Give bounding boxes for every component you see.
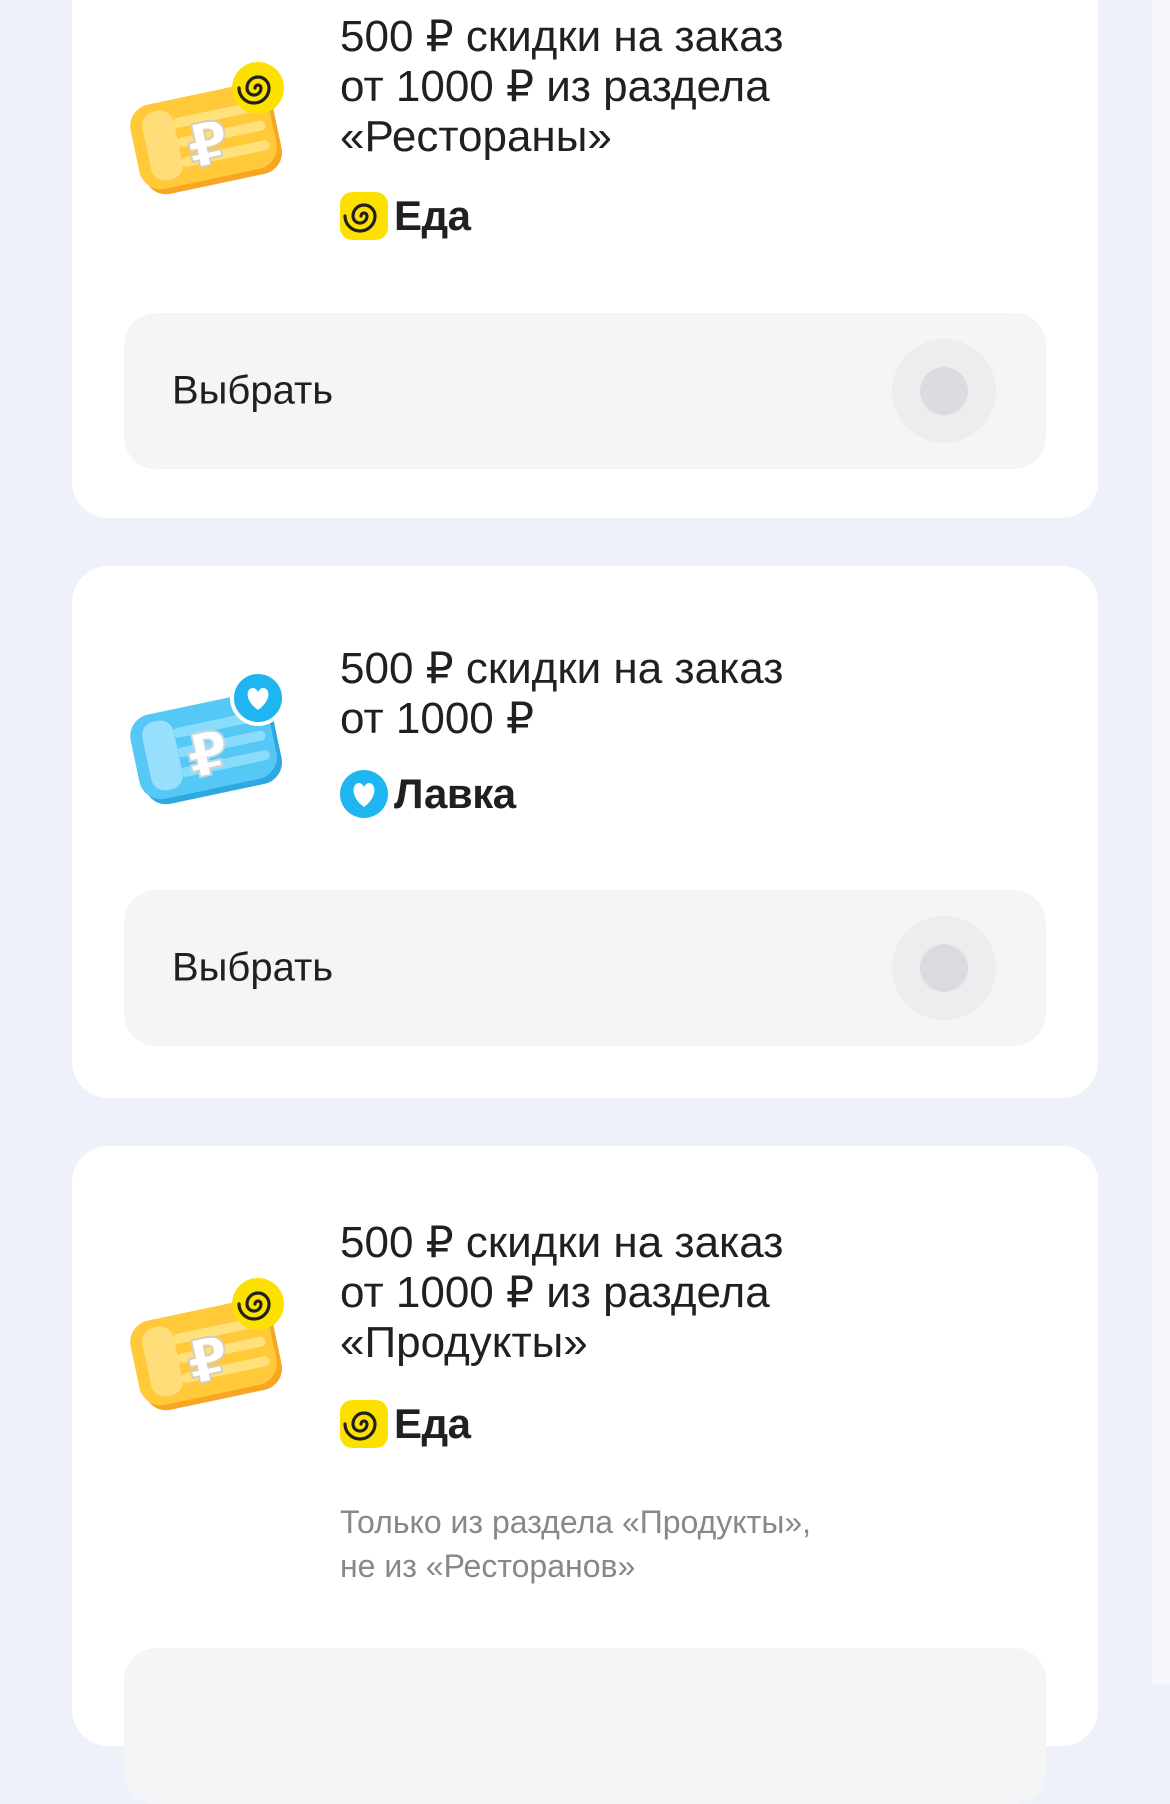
offer-title: 500 ₽ скидки на заказ от 1000 ₽ из разде… <box>340 12 784 161</box>
eda-spiral-icon <box>340 1400 388 1448</box>
offer-note: Только из раздела «Продукты», не из «Рес… <box>340 1504 811 1584</box>
offer-title: 500 ₽ скидки на заказ от 1000 ₽ <box>340 644 784 743</box>
scrollbar-track <box>1152 0 1170 1684</box>
brand-name: Еда <box>394 1400 471 1447</box>
ruble-ticket-yellow-icon: ₽ <box>130 1278 284 1411</box>
offer-card: ₽ 500 ₽ скидки на заказ от 1000 ₽ из раз… <box>72 0 1098 518</box>
brand-name: Лавка <box>394 770 516 817</box>
brand: Лавка <box>340 770 516 818</box>
ruble-ticket-yellow-icon: ₽ <box>130 62 284 195</box>
offer-card: ₽ 500 ₽ скидки на заказ от 1000 ₽ из раз… <box>72 1146 1098 1804</box>
choose-button[interactable]: Выбрать <box>124 313 1046 469</box>
offer-title: 500 ₽ скидки на заказ от 1000 ₽ из разде… <box>340 1218 784 1367</box>
offer-card: ₽ 500 ₽ скидки на заказ от 1000 ₽ Лавка … <box>72 566 1098 1098</box>
ruble-ticket-blue-icon: ₽ <box>130 670 286 805</box>
brand: Еда <box>340 1400 471 1448</box>
radio-button[interactable] <box>892 916 996 1020</box>
eda-spiral-icon <box>340 192 388 240</box>
radio-button[interactable] <box>892 339 996 443</box>
brand: Еда <box>340 192 471 240</box>
choose-label: Выбрать <box>172 368 334 413</box>
lavka-heart-icon <box>340 770 388 818</box>
choose-button[interactable]: Выбрать <box>124 890 1046 1046</box>
brand-name: Еда <box>394 192 471 239</box>
choose-button[interactable] <box>124 1648 1046 1804</box>
choose-label: Выбрать <box>172 945 334 990</box>
